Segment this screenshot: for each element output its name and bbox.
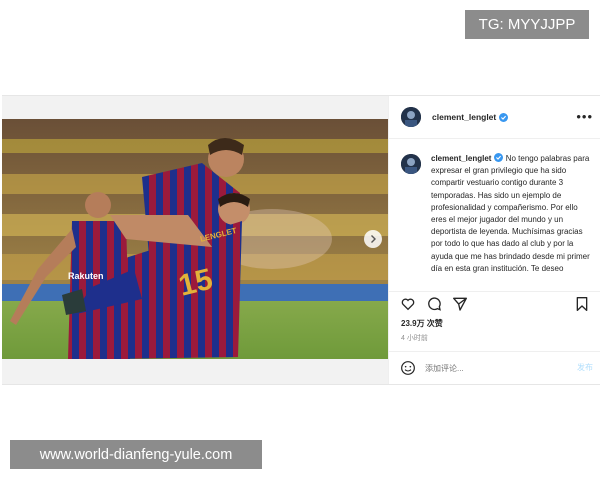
site-watermark: www.world-dianfeng-yule.com: [10, 440, 262, 469]
avatar[interactable]: [401, 107, 421, 127]
bookmark-icon[interactable]: [574, 296, 590, 312]
post-comment-button[interactable]: 发布: [577, 362, 593, 373]
caption-username[interactable]: clement_lenglet: [431, 154, 491, 163]
heart-icon[interactable]: [400, 296, 416, 312]
post-photo: Rakuten 15 LENGLET: [2, 119, 388, 359]
next-arrow-icon: [371, 235, 376, 243]
instagram-post: Rakuten 15 LENGLET clement_lenglet ••• c…: [2, 95, 600, 385]
likes-count[interactable]: 23.9万 次赞: [401, 318, 443, 329]
sponsor-text: Rakuten: [68, 271, 104, 281]
post-sidebar: clement_lenglet ••• clement_lenglet No t…: [388, 96, 600, 384]
post-header: clement_lenglet •••: [389, 96, 600, 139]
tg-watermark-badge: TG: MYYJJPP: [465, 10, 589, 39]
next-photo-button[interactable]: [364, 230, 382, 248]
post-username[interactable]: clement_lenglet: [432, 112, 496, 122]
post-actions: [389, 291, 600, 316]
comment-icon[interactable]: [426, 296, 442, 312]
caption-body: No tengo palabras para expresar el gran …: [431, 154, 590, 273]
caption-avatar[interactable]: [401, 154, 421, 174]
share-icon[interactable]: [452, 296, 468, 312]
post-media: Rakuten 15 LENGLET: [2, 96, 388, 384]
emoji-icon[interactable]: [400, 360, 416, 376]
post-caption: clement_lenglet No tengo palabras para e…: [389, 148, 600, 288]
more-options-icon[interactable]: •••: [576, 109, 593, 124]
comment-bar: 发布: [389, 351, 600, 385]
post-timestamp[interactable]: 4 小时前: [401, 333, 428, 343]
verified-badge-icon: [499, 112, 509, 122]
caption-verified-badge-icon: [494, 153, 504, 162]
comment-input[interactable]: [425, 361, 565, 375]
caption-text: clement_lenglet No tengo palabras para e…: [431, 153, 593, 275]
